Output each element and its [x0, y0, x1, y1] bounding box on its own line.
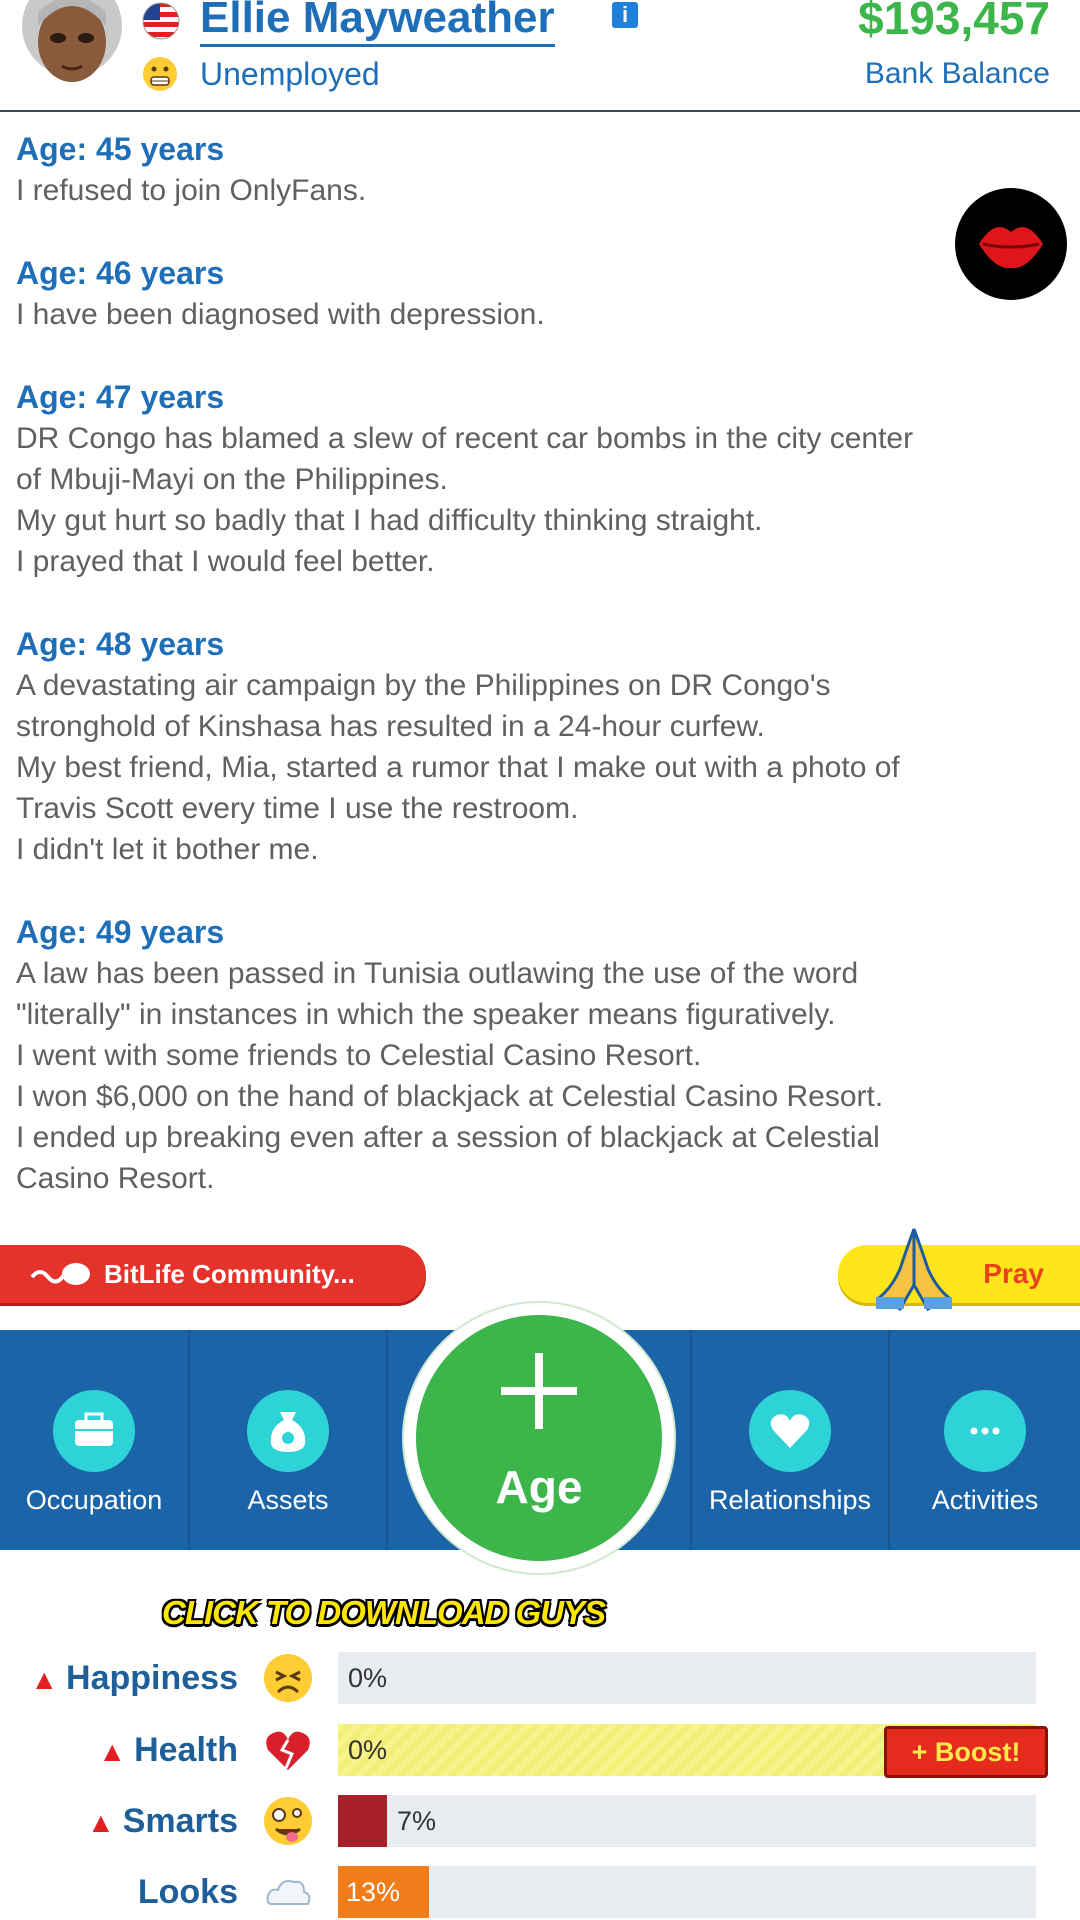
- stat-name: Health: [134, 1731, 238, 1769]
- log-event-text: DR Congo has blamed a slew of recent car…: [16, 422, 914, 455]
- praying-hands-icon: [876, 1228, 952, 1312]
- briefcase-icon: [53, 1390, 135, 1472]
- occupation-status: Unemployed: [200, 56, 380, 92]
- stat-bar-fill: [338, 1795, 387, 1847]
- log-entry: Age: 49 years A law has been passed in Tu…: [16, 911, 1046, 1199]
- life-log: Age: 45 years I refused to join OnlyFans.…: [16, 128, 1046, 1240]
- stat-name: Happiness: [66, 1659, 238, 1697]
- log-event-text: I refused to join OnlyFans.: [16, 174, 367, 207]
- stat-name: Looks: [137, 1873, 238, 1911]
- nav-activities-label: Activities: [931, 1485, 1039, 1515]
- log-event-text: My gut hurt so badly that I had difficul…: [16, 504, 763, 537]
- plus-icon: [501, 1353, 577, 1429]
- avatar[interactable]: [18, 0, 126, 98]
- nav-activities[interactable]: Activities: [890, 1330, 1080, 1550]
- nav-divider: [386, 1330, 388, 1550]
- age-up-label: Age: [495, 1461, 583, 1513]
- pray-label: Pray: [983, 1258, 1044, 1289]
- broken-heart-icon: [266, 1731, 310, 1770]
- kiss-lips-icon[interactable]: [955, 188, 1067, 300]
- nav-relationships-label: Relationships: [708, 1485, 872, 1515]
- stat-value: 7%: [397, 1806, 437, 1836]
- zany-face-icon: [264, 1797, 312, 1845]
- stat-bar-smarts: 7%: [338, 1795, 1036, 1847]
- warning-icon: ▲: [87, 1807, 115, 1838]
- money-bag-icon: [247, 1390, 329, 1472]
- bitlife-community-button[interactable]: BitLife Community...: [0, 1245, 426, 1303]
- log-event-text: I won $6,000 on the hand of blackjack at…: [16, 1080, 884, 1113]
- info-icon[interactable]: i: [612, 2, 638, 28]
- bank-balance-label: Bank Balance: [864, 57, 1050, 90]
- log-age-heading: Age: 47 years: [16, 379, 225, 415]
- bank-balance-value: $193,457: [858, 0, 1050, 44]
- log-age-heading: Age: 46 years: [16, 255, 225, 291]
- log-event-text: I ended up breaking even after a session…: [16, 1121, 880, 1154]
- grimace-emoji-icon: [143, 57, 177, 91]
- heart-icon: [749, 1390, 831, 1472]
- stat-value: 0%: [348, 1735, 388, 1765]
- log-entry: Age: 47 years DR Congo has blamed a slew …: [16, 376, 1046, 582]
- stat-label-smarts: ▲ Smarts: [87, 1799, 238, 1845]
- boost-label: + Boost!: [911, 1737, 1021, 1767]
- stat-bar-looks: 13%: [338, 1866, 1036, 1918]
- log-entry: Age: 46 years I have been diagnosed with …: [16, 252, 1046, 335]
- log-age-heading: Age: 49 years: [16, 914, 225, 950]
- stat-label-happiness: ▲ Happiness: [30, 1656, 238, 1702]
- header: Ellie Mayweather i Unemployed $193,457 B…: [0, 0, 1080, 112]
- nav-occupation-label: Occupation: [25, 1485, 163, 1515]
- character-name[interactable]: Ellie Mayweather: [200, 0, 555, 47]
- stat-value: 0%: [348, 1663, 388, 1693]
- log-event-text: of Mbuji-Mayi on the Philippines.: [16, 463, 448, 496]
- log-event-text: Travis Scott every time I use the restro…: [16, 792, 579, 825]
- tired-face-icon: [264, 1654, 312, 1702]
- log-entry: Age: 48 years A devastating air campaign …: [16, 623, 1046, 870]
- log-event-text: stronghold of Kinshasa has resulted in a…: [16, 710, 765, 743]
- promo-overlay-text: CLICK TO DOWNLOAD GUYS: [162, 1594, 606, 1631]
- log-event-text: I prayed that I would feel better.: [16, 545, 435, 578]
- warning-icon: ▲: [30, 1664, 59, 1695]
- nav-assets[interactable]: Assets: [190, 1330, 386, 1550]
- age-up-circle: Age: [416, 1315, 662, 1561]
- cloud-icon: [266, 1880, 311, 1905]
- nav-assets-label: Assets: [247, 1485, 329, 1515]
- age-up-button[interactable]: Age: [404, 1303, 674, 1573]
- log-event-text: A devastating air campaign by the Philip…: [16, 669, 831, 702]
- more-dots-icon: [944, 1390, 1026, 1472]
- log-event-text: "literally" in instances in which the sp…: [16, 998, 836, 1031]
- log-age-heading: Age: 45 years: [16, 131, 225, 167]
- warning-icon: ▲: [98, 1736, 127, 1767]
- pray-button[interactable]: Pray: [838, 1228, 1080, 1312]
- nav-relationships[interactable]: Relationships: [692, 1330, 888, 1550]
- stat-bar-happiness: 0%: [338, 1652, 1036, 1704]
- us-flag-icon: [142, 2, 180, 40]
- health-boost-button[interactable]: + Boost!: [884, 1726, 1048, 1778]
- nav-occupation[interactable]: Occupation: [0, 1330, 188, 1550]
- log-event-text: I didn't let it bother me.: [16, 833, 319, 866]
- log-event-text: Casino Resort.: [16, 1162, 215, 1195]
- stat-value: 13%: [346, 1877, 401, 1907]
- stat-label-looks: Looks: [138, 1870, 238, 1914]
- log-event-text: A law has been passed in Tunisia outlawi…: [16, 957, 859, 990]
- log-entry: Age: 45 years I refused to join OnlyFans.: [16, 128, 1046, 211]
- log-event-text: I have been diagnosed with depression.: [16, 298, 545, 331]
- stat-label-health: ▲ Health: [98, 1728, 238, 1774]
- log-age-heading: Age: 48 years: [16, 626, 225, 662]
- sperm-icon: [30, 1263, 90, 1285]
- community-label: BitLife Community...: [104, 1259, 355, 1289]
- log-event-text: I went with some friends to Celestial Ca…: [16, 1039, 702, 1072]
- stat-name: Smarts: [122, 1802, 238, 1840]
- log-event-text: My best friend, Mia, started a rumor tha…: [16, 751, 900, 784]
